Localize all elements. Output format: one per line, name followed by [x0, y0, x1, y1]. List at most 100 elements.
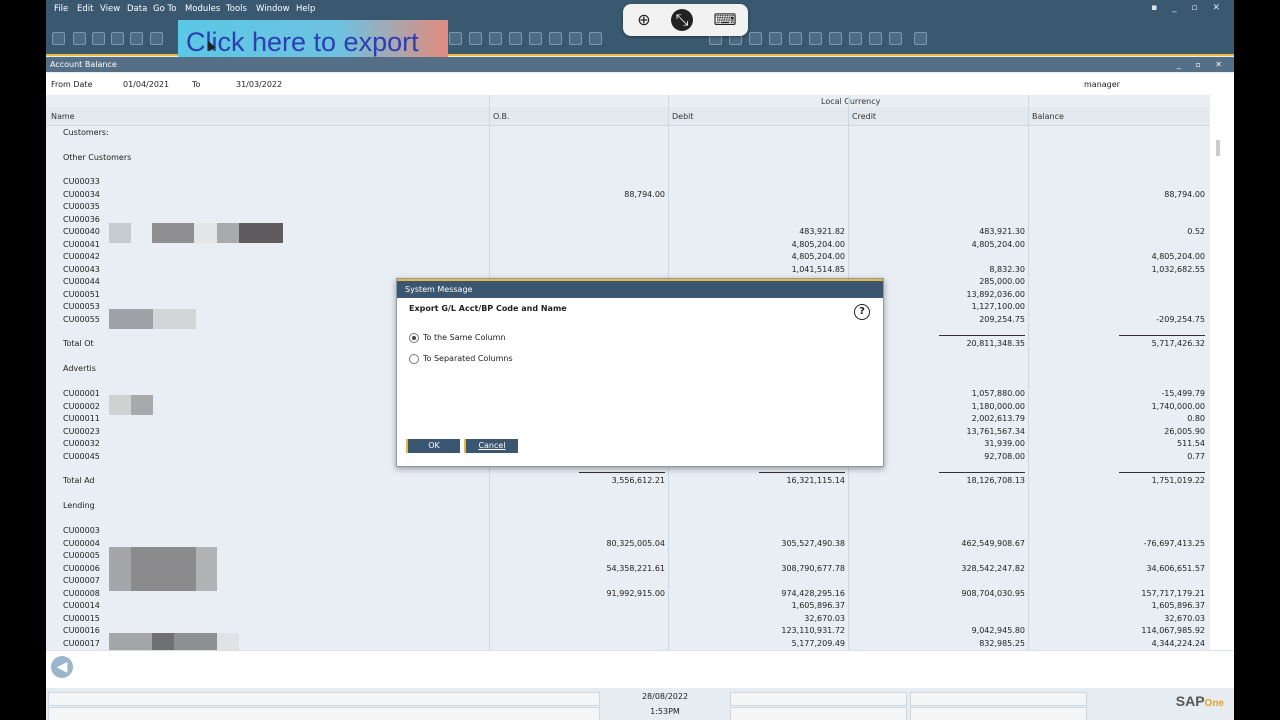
toolbar-icon-22[interactable] [849, 32, 862, 45]
col-debit[interactable]: Debit [672, 112, 694, 121]
col-name[interactable]: Name [51, 112, 75, 121]
menu-window[interactable]: Window [256, 4, 290, 14]
section-customers: Customers: [63, 128, 109, 137]
toolbar-icon-5[interactable] [130, 32, 143, 45]
help-icon[interactable]: ? [854, 304, 870, 320]
table-row[interactable]: CU00005 [46, 551, 1209, 563]
vertical-scrollbar[interactable] [1210, 95, 1234, 650]
cell-credit: 832,985.25 [979, 638, 1025, 648]
cell-debit: 308,790,677.78 [781, 563, 845, 573]
toolbar-icon-19[interactable] [789, 32, 802, 45]
toolbar-icon-7[interactable] [449, 32, 462, 45]
total-line [759, 472, 845, 473]
total-line [1119, 472, 1205, 473]
table-row[interactable]: CU00003 [46, 526, 1209, 538]
redacted-name [109, 547, 217, 591]
cell-credit: 9,042,945.80 [971, 626, 1025, 635]
account-code: CU00004 [63, 538, 100, 548]
account-code: CU00041 [63, 239, 100, 249]
cell-balance: 1,605,896.37 [1151, 601, 1205, 610]
keyboard-icon[interactable]: ⌨ [711, 9, 739, 31]
cell-debit: 974,428,295.16 [781, 588, 845, 598]
toolbar-icon-11[interactable] [529, 32, 542, 45]
menu-edit[interactable]: Edit [77, 4, 93, 14]
cell-credit: 328,542,247.82 [961, 563, 1025, 573]
option-same-column-label[interactable]: To the Same Column [423, 333, 506, 342]
table-row[interactable]: CU00043 1,041,514.85 8,832.30 1,032,682.55 [46, 265, 1209, 277]
toolbar-icon-10[interactable] [509, 32, 522, 45]
toolbar-icon-9[interactable] [489, 32, 502, 45]
col-credit[interactable]: Credit [852, 112, 876, 121]
window-controls[interactable]: _ ▫ ✕ [1177, 57, 1228, 72]
toolbar-icon-4[interactable] [111, 32, 124, 45]
toolbar-icon-8[interactable] [469, 32, 482, 45]
scrollbar-thumb[interactable] [1216, 140, 1220, 156]
account-code: CU00053 [63, 302, 100, 311]
total-adv-ob: 3,556,612.21 [611, 476, 665, 485]
menu-view[interactable]: View [100, 4, 120, 14]
toolbar-icon-2[interactable] [73, 32, 86, 45]
menu-modules[interactable]: Modules [185, 4, 220, 14]
status-field [910, 692, 1087, 706]
menu-tools[interactable]: Tools [226, 4, 247, 14]
toolbar-icon-21[interactable] [829, 32, 842, 45]
col-ob[interactable]: O.B. [493, 112, 510, 121]
toolbar-icon-20[interactable] [809, 32, 822, 45]
export-excel-icon[interactable] [150, 32, 163, 45]
toolbar-icon-24[interactable] [889, 32, 902, 45]
cell-credit: 483,921.30 [979, 227, 1025, 236]
toolbar-icon-12[interactable] [549, 32, 562, 45]
account-code: CU00045 [63, 451, 100, 461]
cancel-button[interactable]: Cancel [464, 439, 518, 453]
option-separated-columns-label[interactable]: To Separated Columns [423, 354, 513, 363]
account-code: CU00005 [63, 551, 100, 560]
menu-help[interactable]: Help [296, 4, 315, 14]
total-other-balance: 5,717,426.32 [1151, 339, 1205, 348]
radio-separated-columns[interactable] [409, 354, 419, 364]
toolbar-icon-14[interactable] [589, 32, 602, 45]
table-row[interactable]: CU00006 54,358,221.61 308,790,677.78 328,54… [46, 564, 1209, 576]
status-time: 1:53PM [650, 707, 680, 716]
account-code: CU00011 [63, 414, 100, 423]
cell-debit: 305,527,490.38 [781, 538, 845, 548]
toolbar-icon-18[interactable] [769, 32, 782, 45]
menu-goto[interactable]: Go To [153, 4, 176, 14]
menu-data[interactable]: Data [127, 4, 147, 14]
app-window-controls[interactable]: ▪ _ ▫ ✕ [1151, 3, 1226, 13]
zoom-in-icon[interactable]: ⊕ [633, 9, 655, 31]
table-row[interactable]: CU00034 88,794.00 88,794.00 [46, 190, 1209, 202]
table-row[interactable]: CU00042 4,805,204.00 4,805,204.00 [46, 252, 1209, 264]
toolbar-icon-23[interactable] [869, 32, 882, 45]
status-field [48, 692, 600, 706]
table-row[interactable]: CU00008 91,992,915.00 974,428,295.16 908,70… [46, 589, 1209, 601]
total-advertise-row: 3,556,612.21 16,321,115.14 18,126,708.13… [46, 476, 1209, 488]
table-row[interactable]: CU00015 32,670.03 32,670.03 [46, 614, 1209, 626]
col-balance[interactable]: Balance [1032, 112, 1064, 121]
toolbar-icon-25[interactable] [914, 32, 927, 45]
back-arrow-icon[interactable]: ◀ [51, 656, 73, 678]
cell-balance: 0.80 [1187, 414, 1205, 423]
toolbar-icon-3[interactable] [92, 32, 105, 45]
cell-ob: 54,358,221.61 [606, 563, 665, 573]
cell-balance: 114,067,985.92 [1141, 626, 1205, 635]
toolbar-icon-1[interactable] [52, 32, 65, 45]
to-date-value: 31/03/2022 [236, 80, 283, 89]
table-row[interactable]: CU00014 1,605,896.37 1,605,896.37 [46, 601, 1209, 613]
toolbar-icon-17[interactable] [749, 32, 762, 45]
table-row[interactable]: CU00033 [46, 177, 1209, 189]
table-row[interactable]: CU00035 [46, 202, 1209, 214]
sap-logo: SAPOne [1175, 693, 1224, 709]
menu-file[interactable]: File [54, 4, 68, 14]
toolbar-icon-13[interactable] [569, 32, 582, 45]
table-row[interactable]: CU00007 [46, 576, 1209, 588]
ok-button[interactable]: OK [406, 439, 460, 453]
collapse-arrows-icon[interactable]: ⤡ [671, 9, 693, 31]
section-lending: Lending [63, 501, 95, 510]
table-row[interactable]: CU00004 80,325,005.04 305,527,490.38 462,54… [46, 539, 1209, 551]
radio-same-column[interactable] [409, 333, 419, 343]
bottom-panel: ◀ [46, 650, 1234, 688]
total-line [939, 335, 1025, 336]
cell-balance: 26,005.90 [1164, 426, 1205, 436]
account-code: CU00040 [63, 227, 100, 236]
cell-balance: 0.77 [1187, 451, 1205, 461]
